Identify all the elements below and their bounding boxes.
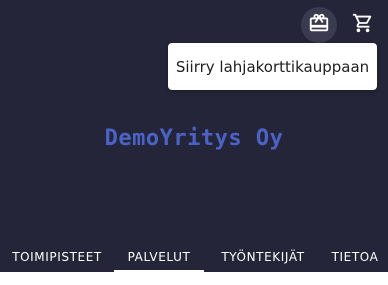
gift-card-tooltip: Siirry lahjakorttikauppaan — [168, 43, 377, 90]
tab-toimipisteet[interactable]: TOIMIPISTEET — [0, 242, 114, 272]
company-name: DemoYritys Oy — [104, 126, 284, 151]
content-area — [0, 272, 388, 285]
app-header: Siirry lahjakorttikauppaan DemoYritys Oy… — [0, 0, 388, 272]
card-giftcard-icon — [308, 12, 330, 38]
nav-tabs: TOIMIPISTEET PALVELUT TYÖNTEKIJÄT TIETOA — [0, 242, 388, 272]
cart-button[interactable] — [345, 7, 381, 43]
tab-tyontekijat[interactable]: TYÖNTEKIJÄT — [204, 242, 322, 272]
tab-palvelut[interactable]: PALVELUT — [114, 242, 204, 272]
shopping-cart-icon — [352, 12, 374, 38]
gift-card-button[interactable] — [301, 7, 337, 43]
tab-tietoa[interactable]: TIETOA — [322, 242, 388, 272]
